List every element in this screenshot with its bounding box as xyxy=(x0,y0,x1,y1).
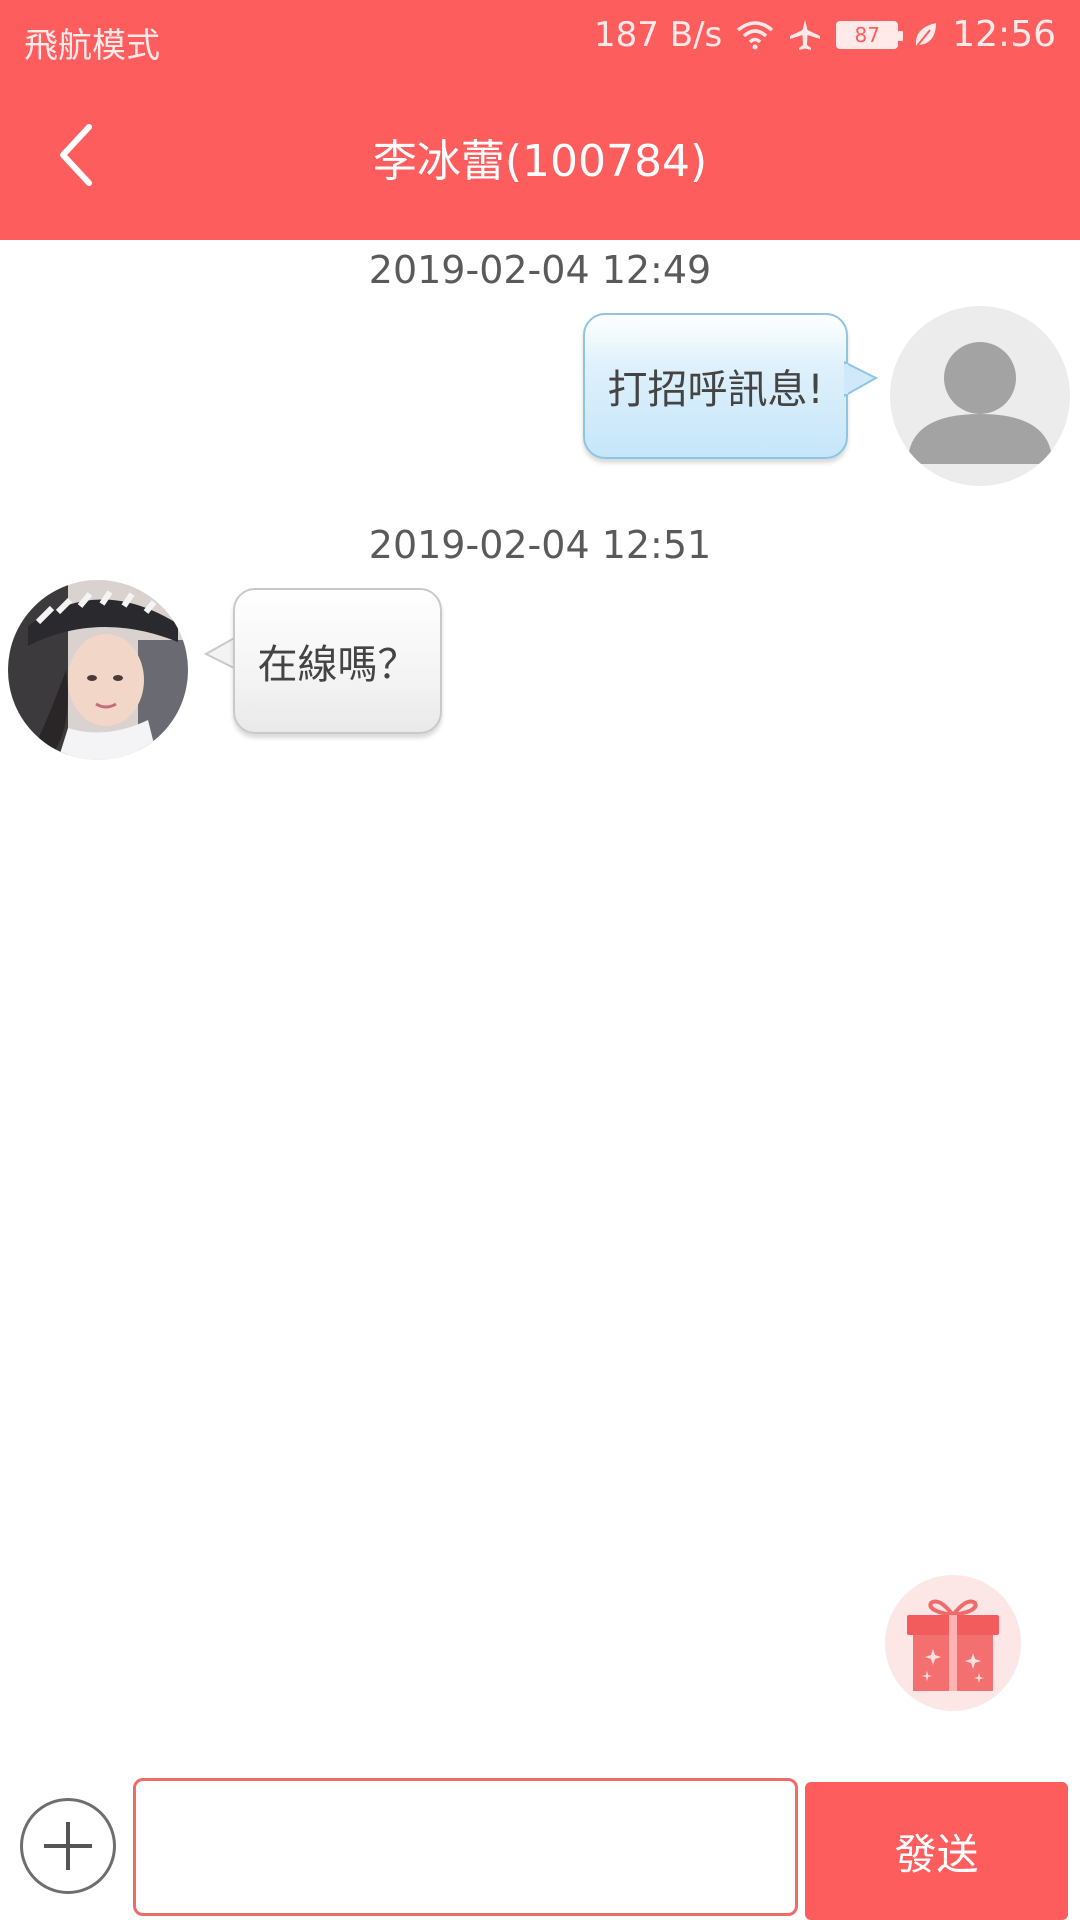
status-indicators: 187 B/s 87 12:56 xyxy=(594,14,1056,55)
status-bar: 飛航模式 187 B/s 87 12:56 xyxy=(0,0,1080,75)
app-header: 飛航模式 187 B/s 87 12:56 李冰蕾(100784) xyxy=(0,0,1080,240)
message-timestamp: 2019-02-04 12:49 xyxy=(368,248,712,292)
send-button[interactable]: 發送 xyxy=(805,1782,1068,1920)
user-photo xyxy=(8,580,188,760)
chat-area[interactable]: 2019-02-04 12:49 打招呼訊息! 2019-02-04 12:51 xyxy=(0,240,1080,1770)
wifi-icon xyxy=(736,20,774,50)
message-timestamp: 2019-02-04 12:51 xyxy=(368,523,712,567)
contact-avatar[interactable] xyxy=(8,580,188,760)
title-bar: 李冰蕾(100784) xyxy=(0,75,1080,240)
gift-icon xyxy=(905,1593,1001,1693)
clock: 12:56 xyxy=(952,14,1056,55)
attach-button[interactable] xyxy=(20,1798,116,1894)
message-text: 在線嗎？ xyxy=(257,642,418,688)
bubble-tail xyxy=(844,360,879,398)
my-avatar[interactable] xyxy=(890,306,1070,486)
outgoing-message-bubble[interactable]: 打招呼訊息! xyxy=(583,313,848,459)
airplane-icon xyxy=(788,18,822,52)
message-input[interactable] xyxy=(133,1778,798,1916)
default-avatar-icon xyxy=(908,342,1052,464)
leaf-icon xyxy=(912,20,938,50)
chat-title: 李冰蕾(100784) xyxy=(372,136,708,187)
plus-icon xyxy=(40,1818,96,1874)
composer-bar: 發送 xyxy=(0,1770,1080,1920)
network-speed: 187 B/s xyxy=(594,14,723,55)
carrier-label: 飛航模式 xyxy=(24,26,160,66)
incoming-message-bubble[interactable]: 在線嗎？ xyxy=(233,588,442,734)
message-text: 打招呼訊息! xyxy=(607,367,824,413)
battery-icon: 87 xyxy=(836,20,904,49)
gift-button[interactable] xyxy=(885,1575,1021,1711)
